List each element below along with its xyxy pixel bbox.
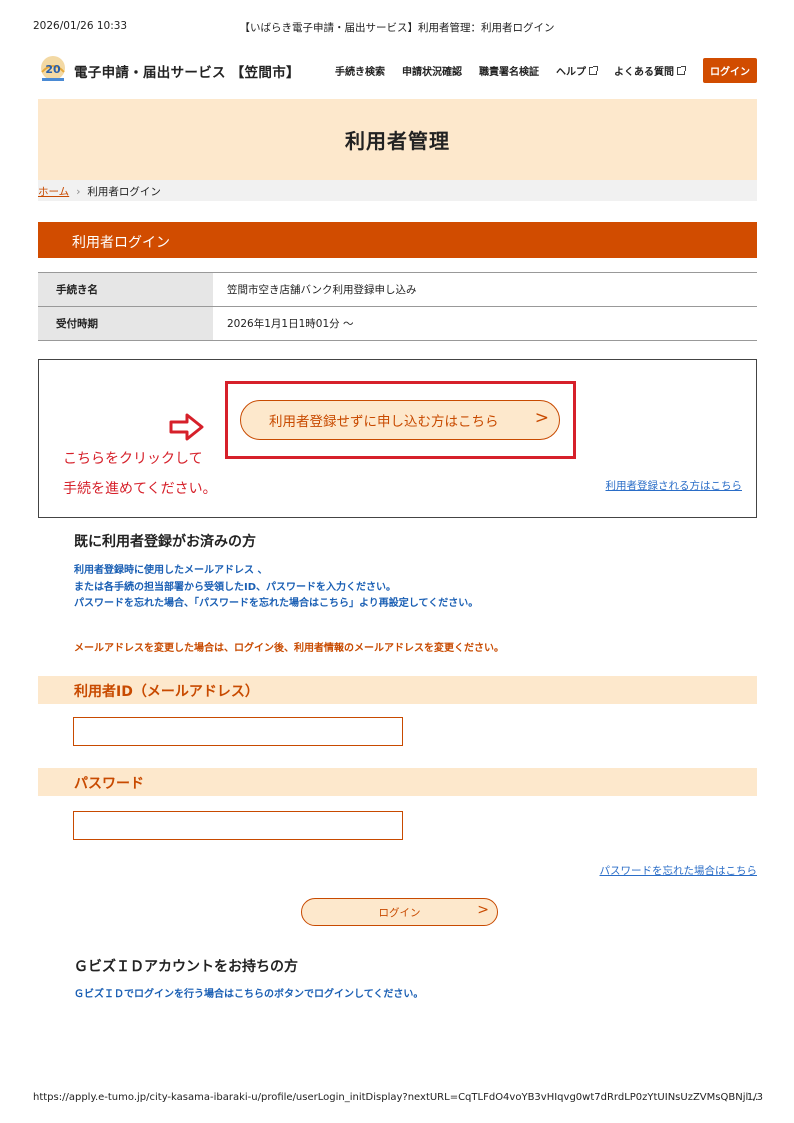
page-title: 利用者管理 [345, 129, 450, 153]
print-url: https://apply.e-tumo.jp/city-kasama-ibar… [33, 1092, 759, 1103]
reception-period-label: 受付時期 [38, 306, 213, 341]
existing-user-info: 利用者登録時に使用したメールアドレス 、 または各手続の担当部署から受領したID… [74, 563, 478, 613]
svg-text:20: 20 [45, 63, 61, 76]
login-submit-label: ログイン [378, 906, 421, 919]
page-hero: 利用者管理 [38, 99, 757, 180]
table-row: 手続き名 笠間市空き店舗バンク利用登録申し込み [38, 272, 757, 307]
email-change-notice: メールアドレスを変更した場合は、ログイン後、利用者情報のメールアドレスを変更くだ… [74, 643, 504, 654]
external-link-icon [589, 65, 598, 75]
reception-period-value: 2026年1月1日1時01分 〜 [213, 306, 757, 341]
apply-without-registration-label: 利用者登録せずに申し込む方はこちら [269, 414, 499, 430]
breadcrumb-home-link[interactable]: ホーム [38, 186, 69, 198]
print-page-number: 1/3 [746, 1092, 763, 1103]
nav-faq[interactable]: よくある質問 [614, 63, 686, 78]
nav-procedure-search[interactable]: 手続き検索 [335, 63, 385, 78]
global-nav: 手続き検索 申請状況確認 職責署名検証 ヘルプ よくある質問 ログイン [318, 58, 757, 83]
info-line: 利用者登録時に使用したメールアドレス 、 [74, 565, 268, 576]
register-user-link[interactable]: 利用者登録される方はこちら [606, 478, 743, 493]
print-title: 【いばらき電子申請・届出サービス】利用者管理：利用者ログイン [239, 22, 555, 34]
table-row: 受付時期 2026年1月1日1時01分 〜 [38, 306, 757, 341]
apply-without-registration-button[interactable]: 利用者登録せずに申し込む方はこちら > [240, 400, 560, 440]
site-logo-icon[interactable]: 20 [38, 54, 68, 84]
site-header: 20 電子申請・届出サービス 【笠間市】 手続き検索 申請状況確認 職責署名検証… [38, 52, 757, 88]
breadcrumb-current: 利用者ログイン [87, 186, 161, 198]
user-id-input[interactable] [73, 717, 403, 746]
procedure-name-label: 手続き名 [38, 272, 213, 307]
site-name[interactable]: 電子申請・届出サービス 【笠間市】 [74, 61, 300, 81]
gbiz-heading: ＧビズＩＤアカウントをお持ちの方 [74, 959, 298, 975]
user-id-label: 利用者ID（メールアドレス） [38, 676, 757, 704]
info-line: または各手続の担当部署から受領したID、パスワードを入力ください。 [74, 581, 397, 593]
password-label: パスワード [38, 768, 757, 796]
nav-application-status[interactable]: 申請状況確認 [402, 63, 462, 78]
section-title-bar: 利用者ログイン [38, 222, 757, 258]
login-submit-button[interactable]: ログイン > [301, 898, 498, 926]
password-input[interactable] [73, 811, 403, 840]
info-line: パスワードを忘れた場合、「パスワードを忘れた場合はこちら」より再設定してください… [74, 598, 479, 609]
procedure-info-table: 手続き名 笠間市空き店舗バンク利用登録申し込み 受付時期 2026年1月1日1時… [38, 272, 757, 341]
forgot-password-link[interactable]: パスワードを忘れた場合はこちら [600, 863, 758, 878]
highlight-annotation-frame: 利用者登録せずに申し込む方はこちら > [225, 381, 576, 459]
procedure-name-value: 笠間市空き店舗バンク利用登録申し込み [213, 272, 757, 307]
chevron-right-icon: > [534, 408, 549, 428]
existing-user-heading: 既に利用者登録がお済みの方 [74, 534, 256, 550]
annotation-text-2: 手続を進めてください。 [63, 481, 217, 497]
header-login-button[interactable]: ログイン [703, 58, 757, 83]
external-link-icon [677, 65, 686, 75]
nav-help[interactable]: ヘルプ [556, 63, 598, 78]
nav-faq-label: よくある質問 [614, 67, 674, 78]
arrow-right-icon [169, 413, 204, 441]
gbiz-info: ＧビズＩＤでログインを行う場合はこちらのボタンでログインしてください。 [74, 989, 424, 1000]
breadcrumb-chevron-icon: › [76, 186, 81, 198]
breadcrumb: ホーム › 利用者ログイン [38, 180, 757, 201]
nav-help-label: ヘルプ [556, 67, 586, 78]
chevron-right-icon: > [477, 902, 489, 918]
nav-signature-verification[interactable]: 職責署名検証 [479, 63, 539, 78]
guest-apply-box: 利用者登録せずに申し込む方はこちら > こちらをクリックして 手続を進めてくださ… [38, 359, 757, 518]
annotation-text-1: こちらをクリックして [63, 451, 203, 467]
